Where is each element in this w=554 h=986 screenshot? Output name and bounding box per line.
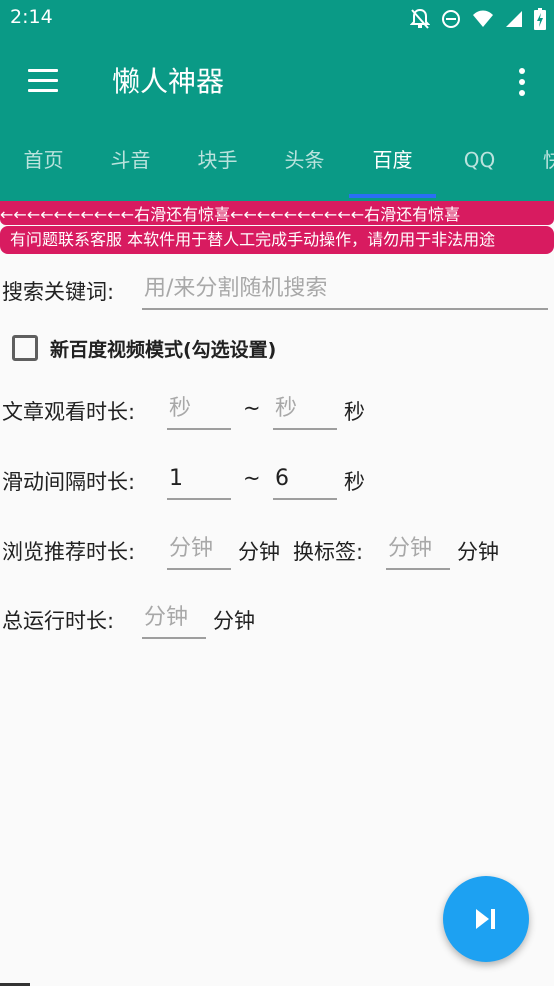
status-time: 2:14 bbox=[10, 6, 53, 28]
tab-more[interactable]: 快 bbox=[523, 124, 554, 198]
total-run-label: 总运行时长: bbox=[2, 609, 115, 633]
tab-kuaishou[interactable]: 块手 bbox=[174, 124, 261, 198]
switch-tab-unit: 分钟 bbox=[457, 540, 499, 564]
search-keyword-input[interactable] bbox=[142, 268, 548, 310]
notice-banner: 有问题联系客服 本软件用于替人工完成手动操作，请勿用于非法用途 bbox=[0, 226, 554, 254]
scroll-interval-max-input[interactable] bbox=[273, 458, 337, 500]
article-watch-unit: 秒 bbox=[344, 400, 365, 424]
total-run-unit: 分钟 bbox=[213, 609, 255, 633]
tab-baidu[interactable]: 百度 bbox=[349, 124, 436, 198]
browse-recommend-unit: 分钟 bbox=[238, 540, 280, 564]
app-title: 懒人神器 bbox=[112, 65, 225, 98]
tab-bar: 首页 斗音 块手 头条 百度 QQ 快 bbox=[0, 124, 554, 198]
wifi-icon bbox=[473, 10, 493, 27]
search-keyword-label: 搜索关键词: bbox=[2, 280, 115, 304]
browse-recommend-label: 浏览推荐时长: bbox=[2, 540, 136, 564]
tab-douyin[interactable]: 斗音 bbox=[87, 124, 174, 198]
battery-charging-icon bbox=[534, 8, 546, 30]
switch-tab-input[interactable] bbox=[386, 528, 450, 570]
switch-tab-label: 换标签: bbox=[293, 540, 364, 564]
start-fab-button[interactable] bbox=[443, 876, 529, 962]
status-bar: 2:14 bbox=[0, 0, 554, 38]
tab-qq[interactable]: QQ bbox=[436, 124, 523, 198]
scroll-interval-label: 滑动间隔时长: bbox=[2, 470, 136, 494]
article-watch-min-input[interactable] bbox=[167, 388, 231, 430]
app-bar: 懒人神器 bbox=[0, 38, 554, 124]
status-icons bbox=[410, 7, 546, 31]
skip-next-icon bbox=[476, 909, 495, 929]
scroll-interval-unit: 秒 bbox=[344, 470, 365, 494]
video-mode-label: 新百度视频模式(勾选设置) bbox=[50, 339, 277, 361]
article-watch-separator: ~ bbox=[243, 396, 261, 420]
do-not-disturb-icon bbox=[442, 10, 460, 28]
article-watch-label: 文章观看时长: bbox=[2, 400, 136, 424]
scroll-interval-min-input[interactable] bbox=[167, 458, 231, 500]
signal-icon bbox=[506, 11, 522, 27]
article-watch-max-input[interactable] bbox=[273, 388, 337, 430]
tab-toutiao[interactable]: 头条 bbox=[261, 124, 348, 198]
tab-home[interactable]: 首页 bbox=[0, 124, 87, 198]
scroll-interval-separator: ~ bbox=[243, 466, 261, 490]
more-vert-icon[interactable] bbox=[514, 66, 530, 98]
notifications-off-icon bbox=[410, 8, 430, 29]
hamburger-menu-icon[interactable] bbox=[26, 64, 60, 98]
marquee-banner: ←←←←←←←←←←右滑还有惊喜←←←←←←←←←←右滑还有惊喜 bbox=[0, 198, 554, 225]
total-run-input[interactable] bbox=[142, 597, 206, 639]
browse-recommend-input[interactable] bbox=[167, 528, 231, 570]
video-mode-checkbox[interactable] bbox=[12, 335, 38, 361]
